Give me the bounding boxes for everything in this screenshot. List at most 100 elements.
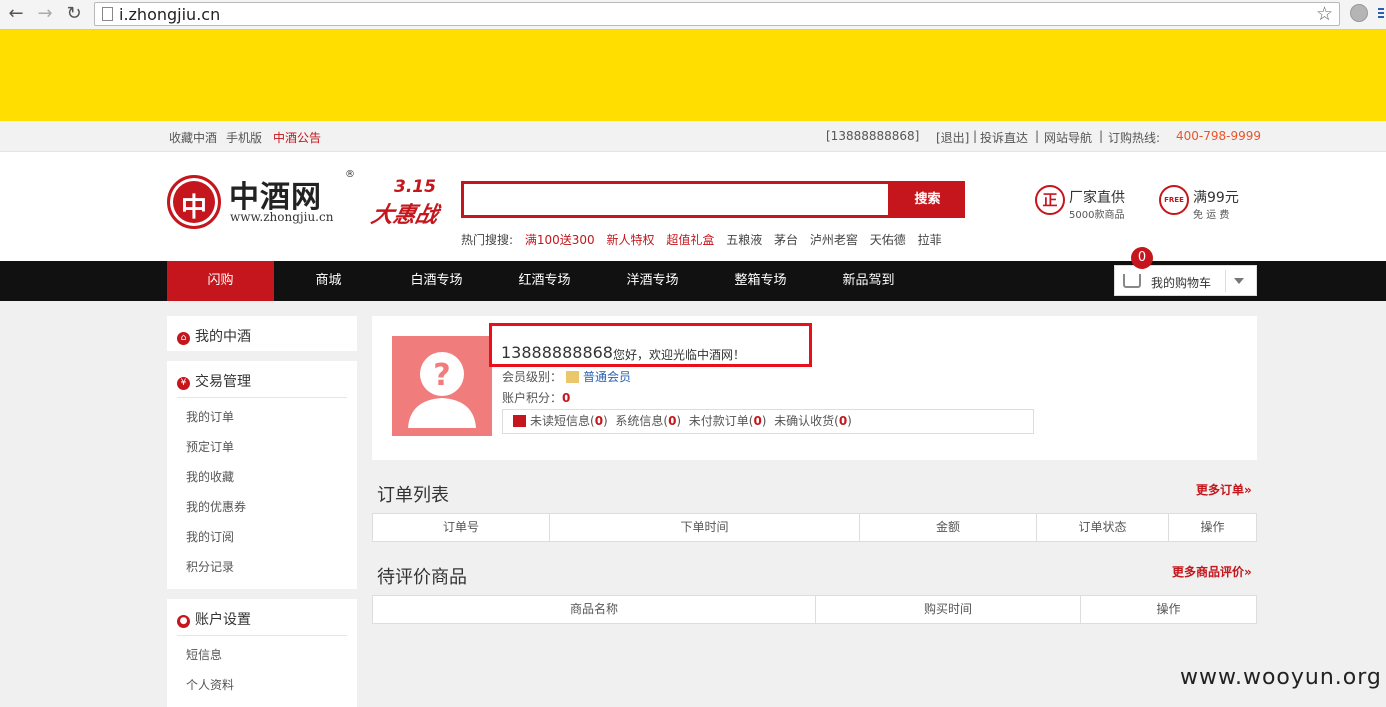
level-label: 会员级别： (502, 370, 563, 384)
favorite-link[interactable]: 收藏中酒 (169, 129, 217, 146)
reviews-title: 待评价商品 (377, 567, 467, 588)
feature-title: 厂家直供 (1069, 190, 1125, 206)
column-header: 订单号 (373, 514, 550, 541)
sidebar-item-my-orders[interactable]: 我的订单 (186, 408, 234, 425)
url-text[interactable]: i.zhongjiu.cn (119, 5, 220, 24)
separator: | (1035, 129, 1040, 143)
logo-icon[interactable]: 中 (167, 175, 221, 229)
yen-icon: ¥ (177, 377, 190, 390)
sidebar-account-title: ● 账户设置 (177, 609, 251, 629)
sitemap-link[interactable]: 网站导航 (1044, 129, 1092, 146)
cart-label: 我的购物车 (1151, 276, 1212, 290)
menu-icon[interactable] (1378, 8, 1386, 20)
nav-wine[interactable]: 红酒专场 (491, 261, 598, 301)
sidebar-item-subscriptions[interactable]: 我的订阅 (186, 528, 234, 545)
registered-mark: ® (345, 169, 355, 180)
bookmark-star-icon[interactable]: ☆ (1316, 3, 1333, 25)
sidebar-label: 我的中酒 (195, 329, 251, 345)
hot-term[interactable]: 新人特权 (607, 233, 655, 247)
back-icon[interactable]: ← (4, 3, 28, 25)
divider (1225, 270, 1226, 292)
logout-link[interactable]: [退出] (936, 129, 969, 146)
column-header: 订单状态 (1037, 514, 1169, 541)
unconfirmed-receipt-link[interactable]: 未确认收货(0) (774, 414, 852, 428)
globe-icon[interactable] (1350, 4, 1368, 22)
user-silhouette-icon: ? (408, 352, 476, 428)
hot-search-label: 热门搜搜: (461, 233, 514, 247)
nav-new[interactable]: 新品驾到 (815, 261, 922, 301)
hot-search-row: 热门搜搜: 满100送300 新人特权 超值礼盒 五粮液 茅台 泸州老窖 天佑德… (461, 231, 950, 248)
sidebar-item-profile[interactable]: 个人资料 (186, 676, 234, 693)
hot-term[interactable]: 天佑德 (870, 233, 906, 247)
system-messages-link[interactable]: 系统信息(0) (615, 414, 681, 428)
svg-text:?: ? (433, 358, 450, 393)
user-phone[interactable]: [13888888868] (826, 129, 919, 143)
hot-term[interactable]: 泸州老窖 (810, 233, 858, 247)
hot-term[interactable]: 拉菲 (918, 233, 942, 247)
authentic-icon: 正 (1035, 185, 1065, 215)
level-badge-icon (566, 371, 580, 383)
column-header: 操作 (1156, 602, 1181, 616)
sidebar-item-favorites[interactable]: 我的收藏 (186, 468, 234, 485)
sidebar-trade-box: ¥ 交易管理 我的订单 预定订单 我的收藏 我的优惠券 我的订阅 积分记录 (167, 361, 357, 589)
watermark: www.wooyun.org (1180, 665, 1382, 690)
free-shipping-icon: FREE (1159, 185, 1189, 215)
column-header: 商品名称 (373, 596, 816, 623)
hot-term[interactable]: 满100送300 (525, 233, 595, 247)
search-input[interactable] (461, 181, 891, 218)
nav-case[interactable]: 整箱专场 (707, 261, 814, 301)
sidebar-label: 交易管理 (195, 374, 251, 390)
top-bar: 收藏中酒 手机版 中酒公告 [13888888868] [退出] | 投诉直达 … (0, 121, 1386, 152)
forward-icon[interactable]: → (33, 3, 57, 25)
promo-banner[interactable] (0, 30, 1386, 121)
sidebar-item-points[interactable]: 积分记录 (186, 558, 234, 575)
message-summary-bar: 未读短信息(0) 系统信息(0) 未付款订单(0) 未确认收货(0) (502, 409, 1034, 434)
sidebar-trade-title: ¥ 交易管理 (177, 371, 251, 391)
nav-liquor[interactable]: 洋酒专场 (599, 261, 706, 301)
reload-icon[interactable]: ↻ (62, 3, 86, 25)
mobile-link[interactable]: 手机版 (226, 129, 262, 146)
more-reviews-link[interactable]: 更多商品评价» (1172, 563, 1252, 580)
sidebar-item-coupons[interactable]: 我的优惠券 (186, 498, 246, 515)
nav-mall[interactable]: 商城 (275, 261, 382, 301)
complaint-link[interactable]: 投诉直达 (980, 129, 1028, 146)
logo-url: www.zhongjiu.cn (230, 210, 334, 224)
feature-sub: 5000款商品 (1069, 210, 1125, 221)
divider (177, 635, 347, 636)
hot-term[interactable]: 五粮液 (726, 233, 762, 247)
address-bar[interactable]: i.zhongjiu.cn ☆ (94, 2, 1340, 26)
member-level[interactable]: 普通会员 (583, 370, 631, 384)
cart-button[interactable]: 我的购物车 (1114, 265, 1257, 296)
points-row: 账户积分：0 (502, 389, 570, 406)
separator: | (973, 129, 978, 143)
orders-title: 订单列表 (377, 485, 449, 506)
announcement-link[interactable]: 中酒公告 (273, 129, 321, 146)
page-icon (102, 7, 113, 21)
feature-title: 满99元 (1193, 190, 1239, 206)
search-button[interactable]: 搜索 (890, 181, 965, 218)
reviews-table-header: 商品名称 购买时间 操作 (372, 595, 1257, 624)
avatar[interactable]: ? (392, 336, 492, 436)
nav-baijiu[interactable]: 白酒专场 (383, 261, 490, 301)
hot-term[interactable]: 茅台 (774, 233, 798, 247)
hotline-number: 400-798-9999 (1176, 129, 1262, 143)
more-orders-link[interactable]: 更多订单» (1196, 481, 1252, 498)
sidebar-item-messages[interactable]: 短信息 (186, 646, 222, 663)
orders-table-header: 订单号 下单时间 金额 订单状态 操作 (372, 513, 1257, 542)
unread-messages-link[interactable]: 未读短信息(0) (530, 414, 608, 428)
chevron-down-icon[interactable] (1234, 278, 1244, 284)
column-header: 操作 (1200, 520, 1225, 534)
promo-number: 3.15 (394, 177, 436, 197)
sidebar-account-box: ● 账户设置 短信息 个人资料 (167, 599, 357, 707)
column-header: 下单时间 (550, 514, 860, 541)
hot-term[interactable]: 超值礼盒 (666, 233, 714, 247)
sidebar-item-my-home[interactable]: ⌂ 我的中酒 (177, 326, 251, 346)
divider (177, 397, 347, 398)
speaker-icon (513, 415, 526, 427)
nav-flash-sale[interactable]: 闪购 (167, 261, 274, 301)
unpaid-orders-link[interactable]: 未付款订单(0) (689, 414, 767, 428)
sidebar-item-reserved-orders[interactable]: 预定订单 (186, 438, 234, 455)
promo-315-badge[interactable]: 3.15 大惠战 (369, 177, 442, 229)
site-header: 中 中酒网 ® www.zhongjiu.cn 3.15 大惠战 搜索 热门搜搜… (0, 152, 1386, 261)
welcome-text: 您好，欢迎光临中酒网！ (613, 348, 746, 362)
